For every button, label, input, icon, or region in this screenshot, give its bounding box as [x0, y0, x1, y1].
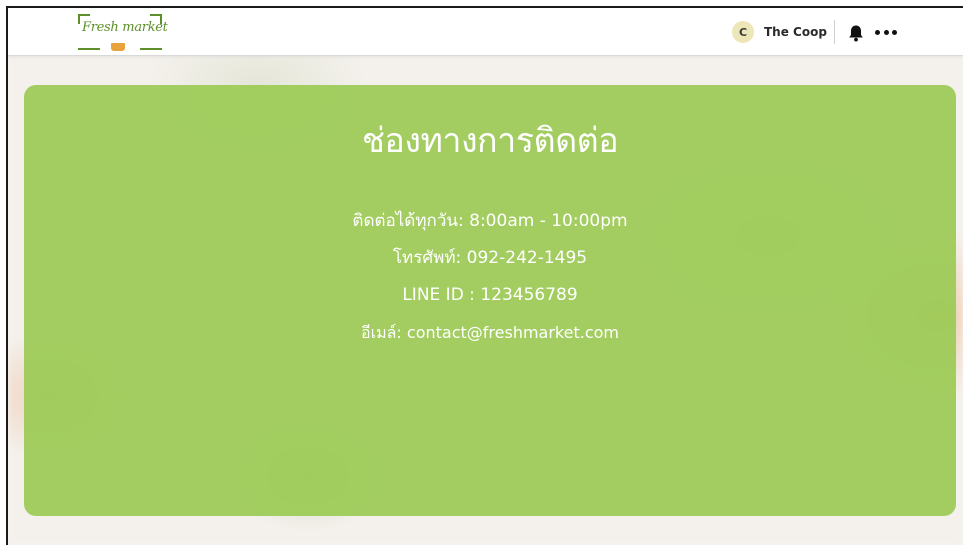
top-nav-bar: Fresh market C The Coop — [8, 8, 963, 56]
phone-number: โทรศัพท์: 092-242-1495 — [392, 248, 588, 268]
avatar: C — [732, 21, 754, 43]
header-divider — [834, 20, 835, 44]
bell-icon[interactable] — [848, 24, 864, 42]
basket-icon — [111, 43, 125, 51]
app-window: Fresh market C The Coop ช่องทางการติดต่อ… — [6, 6, 963, 545]
logo-frame-bottom-right — [140, 48, 162, 50]
contact-card: ช่องทางการติดต่อ ติดต่อได้ทุกวัน: 8:00am… — [24, 85, 956, 516]
line-id: LINE ID : 123456789 — [402, 285, 578, 305]
more-options-icon[interactable] — [875, 30, 897, 36]
dot — [892, 30, 897, 35]
contact-info: ติดต่อได้ทุกวัน: 8:00am - 10:00pm โทรศัพ… — [24, 203, 956, 351]
dot — [875, 30, 880, 35]
page-title: ช่องทางการติดต่อ — [361, 121, 619, 161]
email-address: อีเมล์: contact@freshmarket.com — [361, 323, 619, 342]
logo-text: Fresh market — [82, 20, 168, 35]
fresh-market-logo[interactable]: Fresh market — [78, 12, 168, 52]
business-hours: ติดต่อได้ทุกวัน: 8:00am - 10:00pm — [352, 211, 628, 231]
user-menu[interactable]: C The Coop — [732, 21, 827, 43]
username: The Coop — [764, 25, 827, 39]
dot — [883, 30, 889, 35]
logo-frame-bottom-left — [78, 48, 100, 50]
